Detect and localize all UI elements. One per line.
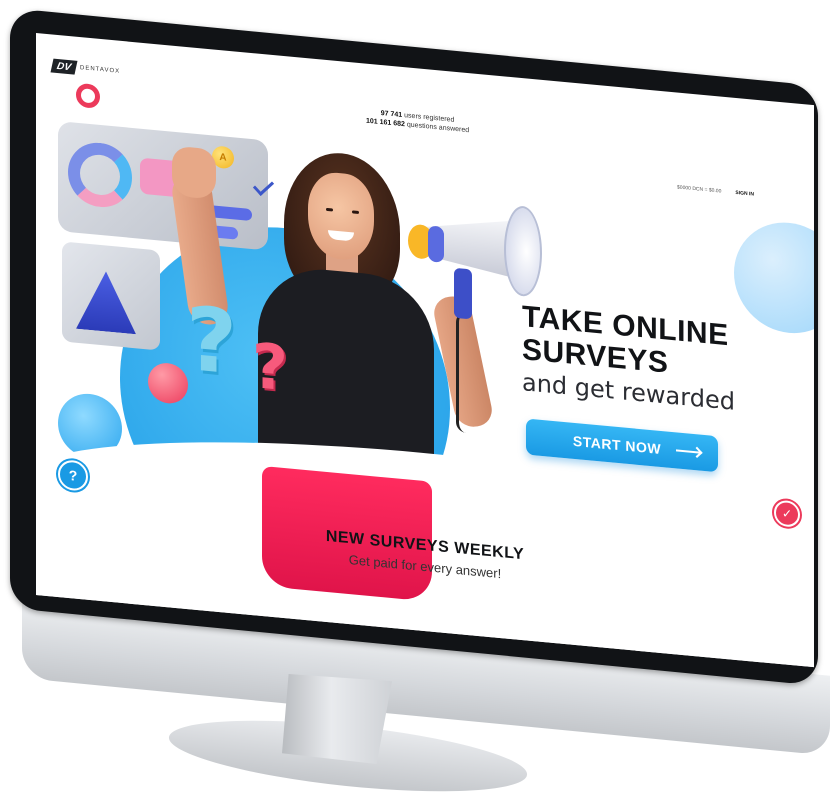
monitor-stand-neck — [282, 674, 392, 764]
question-mark-icon: ? — [186, 286, 238, 395]
website-screen: DV DENTAVOX 97 741 users registered 101 … — [36, 33, 814, 668]
questions-count: 101 161 682 — [366, 117, 405, 129]
megaphone-handle — [454, 267, 472, 320]
start-now-button[interactable]: START NOW — [526, 418, 718, 473]
megaphone-cable — [456, 311, 475, 434]
currency-rate: $0000 DCN = $0.00 — [677, 184, 722, 195]
woman-eye — [326, 207, 333, 212]
woman-eye — [352, 210, 359, 214]
megaphone-ring — [428, 225, 444, 263]
megaphone-bell — [504, 204, 542, 298]
logo-mark: DV — [50, 58, 78, 75]
logo[interactable]: DV DENTAVOX — [50, 58, 121, 78]
woman-hand-waving — [172, 145, 216, 200]
start-now-label: START NOW — [572, 432, 662, 457]
sign-in-link[interactable]: SIGN IN — [735, 190, 754, 198]
question-mark-icon: ? — [252, 329, 288, 406]
arrow-right-icon — [676, 449, 700, 454]
logo-text: DENTAVOX — [80, 65, 121, 75]
header-nav: $0000 DCN = $0.00 SIGN IN — [677, 184, 754, 197]
